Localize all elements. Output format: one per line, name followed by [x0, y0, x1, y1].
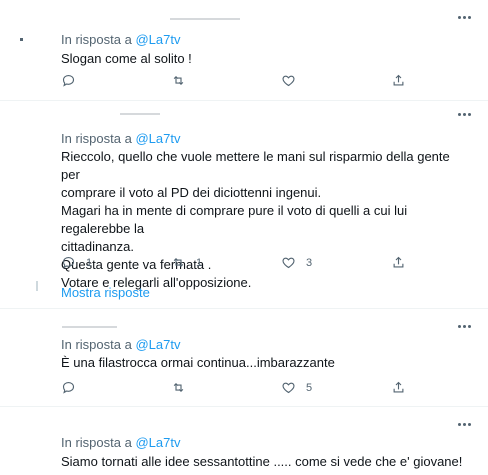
- tweet-text-line: È una filastrocca ormai continua...imbar…: [61, 355, 335, 370]
- heart-icon: [282, 257, 295, 269]
- reply-prefix: In risposta a: [61, 435, 132, 450]
- reply-prefix: In risposta a: [61, 131, 132, 146]
- share-icon: [393, 256, 404, 268]
- tweet-actions: [61, 73, 411, 88]
- tweet-2[interactable]: In risposta a @La7tv Rieccolo, quello ch…: [0, 101, 488, 307]
- retweet-button[interactable]: [171, 73, 281, 88]
- tweet-1[interactable]: In risposta a @La7tv Slogan come al soli…: [0, 0, 488, 100]
- blurred-username: [120, 113, 160, 115]
- reply-button[interactable]: [61, 73, 171, 88]
- like-button[interactable]: 3: [281, 255, 391, 270]
- more-icon[interactable]: [454, 10, 474, 24]
- reply-handle-link[interactable]: @La7tv: [135, 32, 180, 47]
- tweet-text: Rieccolo, quello che vuole mettere le ma…: [61, 148, 461, 292]
- like-button[interactable]: 5: [281, 380, 391, 395]
- blurred-username: [62, 326, 117, 328]
- tweet-3[interactable]: In risposta a @La7tv È una filastrocca o…: [0, 309, 488, 405]
- avatar-fragment: [20, 38, 23, 41]
- tweet-actions: 5: [61, 380, 411, 395]
- tweet-actions: 1 1 3: [61, 255, 411, 270]
- more-icon[interactable]: [454, 319, 474, 333]
- show-replies-link[interactable]: Mostra risposte: [61, 285, 150, 300]
- tweet-text-line: comprare il voto al PD dei diciottenni i…: [61, 185, 322, 200]
- reply-to-line: In risposta a @La7tv: [61, 337, 180, 352]
- heart-icon: [282, 382, 295, 394]
- share-button[interactable]: [391, 73, 406, 88]
- tweet-text: È una filastrocca ormai continua...imbar…: [61, 354, 461, 372]
- heart-icon: [282, 75, 295, 87]
- blurred-username: [170, 18, 240, 20]
- reply-prefix: In risposta a: [61, 337, 132, 352]
- share-button[interactable]: [391, 380, 406, 395]
- reply-handle-link[interactable]: @La7tv: [135, 435, 180, 450]
- tweet-4[interactable]: In risposta a @La7tv Siamo tornati alle …: [0, 407, 488, 475]
- tweet-text-line: Magari ha in mente di comprare pure il v…: [61, 203, 408, 236]
- reply-button[interactable]: 1: [61, 255, 171, 270]
- reply-handle-link[interactable]: @La7tv: [135, 337, 180, 352]
- like-count: 5: [306, 381, 313, 394]
- like-button[interactable]: [281, 73, 391, 88]
- reply-button[interactable]: [61, 380, 171, 395]
- retweet-button[interactable]: 1: [171, 255, 281, 270]
- tweet-text-line: Slogan come al solito !: [61, 51, 192, 66]
- reply-to-line: In risposta a @La7tv: [61, 32, 180, 47]
- tweet-text: Slogan come al solito !: [61, 50, 461, 68]
- retweet-count: 1: [196, 256, 203, 269]
- tweet-text-line: Siamo tornati alle idee sessantottine ..…: [61, 454, 463, 469]
- share-icon: [393, 381, 404, 393]
- share-button[interactable]: [391, 255, 406, 270]
- reply-to-line: In risposta a @La7tv: [61, 435, 180, 450]
- reply-icon: [62, 74, 75, 87]
- reply-to-line: In risposta a @La7tv: [61, 131, 180, 146]
- retweet-icon: [173, 257, 184, 268]
- reply-handle-link[interactable]: @La7tv: [135, 131, 180, 146]
- more-icon[interactable]: [454, 107, 474, 121]
- retweet-icon: [173, 382, 184, 393]
- share-icon: [393, 74, 404, 86]
- tweet-text-line: Rieccolo, quello che vuole mettere le ma…: [61, 149, 450, 182]
- reply-icon: [62, 381, 75, 394]
- reply-prefix: In risposta a: [61, 32, 132, 47]
- reply-icon: [62, 256, 75, 269]
- tweet-text-line: cittadinanza.: [61, 239, 134, 254]
- reply-count: 1: [86, 256, 93, 269]
- more-icon[interactable]: [454, 417, 474, 431]
- like-count: 3: [306, 256, 313, 269]
- retweet-icon: [173, 75, 184, 86]
- retweet-button[interactable]: [171, 380, 281, 395]
- thread-line: [36, 281, 38, 291]
- tweet-text: Siamo tornati alle idee sessantottine ..…: [61, 453, 481, 471]
